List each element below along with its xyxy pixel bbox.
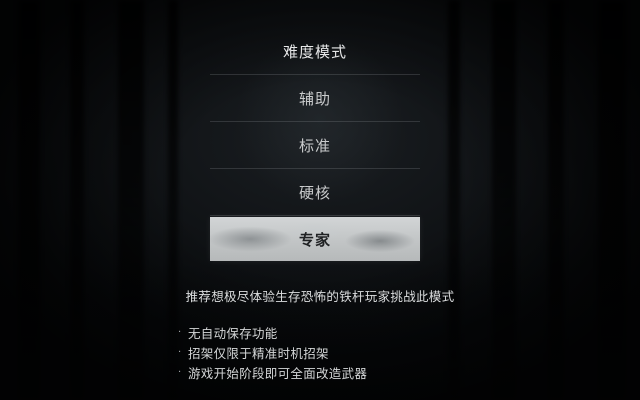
bullet-icon: · (178, 366, 182, 378)
bullet-icon: · (178, 326, 182, 338)
difficulty-option-standard[interactable]: 标准 (210, 122, 420, 169)
difficulty-screen: 难度模式 辅助 标准 硬核 专家 推荐想极尽体验生存恐怖的铁杆玩家挑战此模式 ·… (0, 0, 640, 400)
difficulty-description: 推荐想极尽体验生存恐怖的铁杆玩家挑战此模式 (185, 289, 455, 304)
feature-item: · 无自动保存功能 (178, 322, 367, 342)
difficulty-option-hardcore[interactable]: 硬核 (210, 169, 420, 216)
difficulty-option-assisted[interactable]: 辅助 (210, 75, 420, 122)
difficulty-option-label: 标准 (298, 136, 331, 155)
feature-item: · 游戏开始阶段即可全面改造武器 (178, 362, 367, 382)
bullet-icon: · (178, 346, 182, 358)
feature-text: 无自动保存功能 (188, 325, 278, 341)
difficulty-option-label: 专家 (298, 230, 331, 249)
feature-text: 游戏开始阶段即可全面改造武器 (188, 365, 368, 381)
feature-item: · 招架仅限于精准时机招架 (178, 342, 367, 362)
difficulty-menu: 难度模式 辅助 标准 硬核 专家 (210, 28, 420, 261)
menu-title: 难度模式 (210, 28, 420, 75)
difficulty-option-professional[interactable]: 专家 (210, 217, 420, 261)
difficulty-features-list: · 无自动保存功能 · 招架仅限于精准时机招架 · 游戏开始阶段即可全面改造武器 (178, 322, 367, 382)
feature-text: 招架仅限于精准时机招架 (188, 345, 329, 361)
difficulty-option-label: 辅助 (298, 89, 331, 108)
difficulty-option-label: 硬核 (298, 183, 331, 202)
